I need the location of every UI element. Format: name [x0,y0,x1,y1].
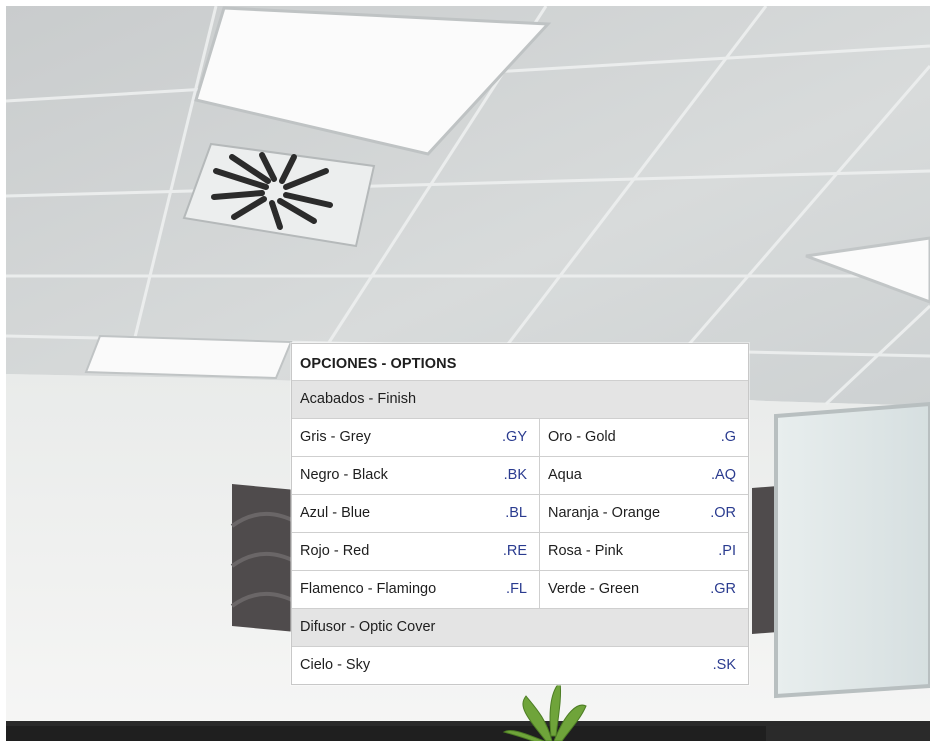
finish-label: Verde - Green [548,581,640,597]
finish-label: Oro - Gold [548,429,616,445]
finish-code: .BL [505,505,527,521]
finish-label: Naranja - Orange [548,505,661,521]
optic-cover-section-header: Difusor - Optic Cover [292,608,748,646]
finish-code: .RE [502,543,527,559]
finish-code: .GR [710,581,736,597]
finish-option: Negro - Black .BK [292,457,540,494]
finish-label: Rojo - Red [300,543,370,559]
finish-label: Aqua [548,467,582,483]
optic-cover-option: Cielo - Sky .SK [292,647,748,684]
finish-option: Naranja - Orange .OR [540,495,748,532]
finish-row: Rojo - Red .RE Rosa - Pink .PI [292,532,748,570]
finish-label: Negro - Black [300,467,388,483]
finish-option: Oro - Gold .G [540,419,748,456]
finish-code: .BK [503,467,527,483]
finish-option: Azul - Blue .BL [292,495,540,532]
optic-cover-code: .SK [712,657,736,673]
finish-code: .GY [502,429,527,445]
finish-option: Verde - Green .GR [540,571,748,608]
finish-code: .FL [506,581,527,597]
finish-row: Gris - Grey .GY Oro - Gold .G [292,418,748,456]
options-table: OPCIONES - OPTIONS Acabados - Finish Gri… [291,343,749,685]
finish-option: Rosa - Pink .PI [540,533,748,570]
finish-label: Gris - Grey [300,429,371,445]
finish-row: Flamenco - Flamingo .FL Verde - Green .G… [292,570,748,608]
finish-row: Negro - Black .BK Aqua .AQ [292,456,748,494]
finish-label: Rosa - Pink [548,543,623,559]
finish-label: Azul - Blue [300,505,371,521]
options-title: OPCIONES - OPTIONS [300,356,457,372]
finish-option: Rojo - Red .RE [292,533,540,570]
optic-cover-label: Cielo - Sky [300,657,371,673]
finish-code: .OR [710,505,736,521]
finish-option: Gris - Grey .GY [292,419,540,456]
finish-section-header: Acabados - Finish [292,380,748,418]
finish-code: .PI [718,543,736,559]
finish-option: Aqua .AQ [540,457,748,494]
finish-label: Flamenco - Flamingo [300,581,437,597]
finish-code: .AQ [711,467,736,483]
optic-cover-row: Cielo - Sky .SK [292,646,748,684]
finish-row: Azul - Blue .BL Naranja - Orange .OR [292,494,748,532]
finish-code: .G [720,429,736,445]
finish-option: Flamenco - Flamingo .FL [292,571,540,608]
